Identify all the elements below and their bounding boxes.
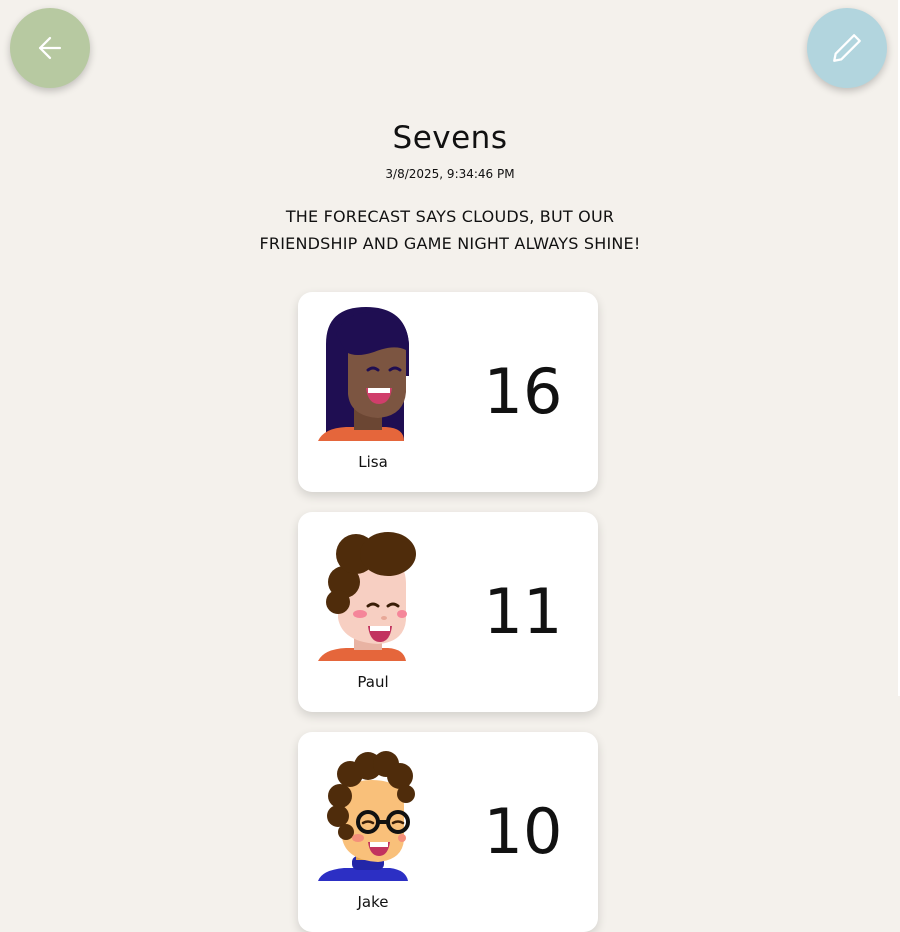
player-card[interactable]: Lisa 16 [298, 292, 598, 492]
back-button[interactable] [10, 8, 90, 88]
edit-button[interactable] [807, 8, 887, 88]
player-card[interactable]: Jake 10 [298, 732, 598, 932]
pencil-icon [833, 34, 861, 62]
player-score: 11 [483, 575, 563, 648]
game-title: Sevens [392, 120, 508, 156]
player-name: Jake [357, 893, 389, 911]
avatar-jake-icon [318, 751, 415, 881]
game-message-line-2: FRIENDSHIP AND GAME NIGHT ALWAYS SHINE! [259, 234, 641, 253]
avatar-lisa-icon [318, 307, 409, 441]
arrow-left-icon [38, 36, 62, 60]
game-timestamp: 3/8/2025, 9:34:46 PM [385, 167, 515, 181]
player-card[interactable]: Paul 11 [298, 512, 598, 712]
player-score: 10 [483, 795, 563, 868]
game-message-line-1: THE FORECAST SAYS CLOUDS, BUT OUR [285, 207, 615, 226]
player-score: 16 [483, 355, 563, 428]
avatar-paul-icon [318, 532, 416, 661]
game-message: THE FORECAST SAYS CLOUDS, BUT OUR FRIEND… [250, 203, 650, 257]
player-name: Paul [357, 673, 389, 691]
player-name: Lisa [358, 453, 388, 471]
